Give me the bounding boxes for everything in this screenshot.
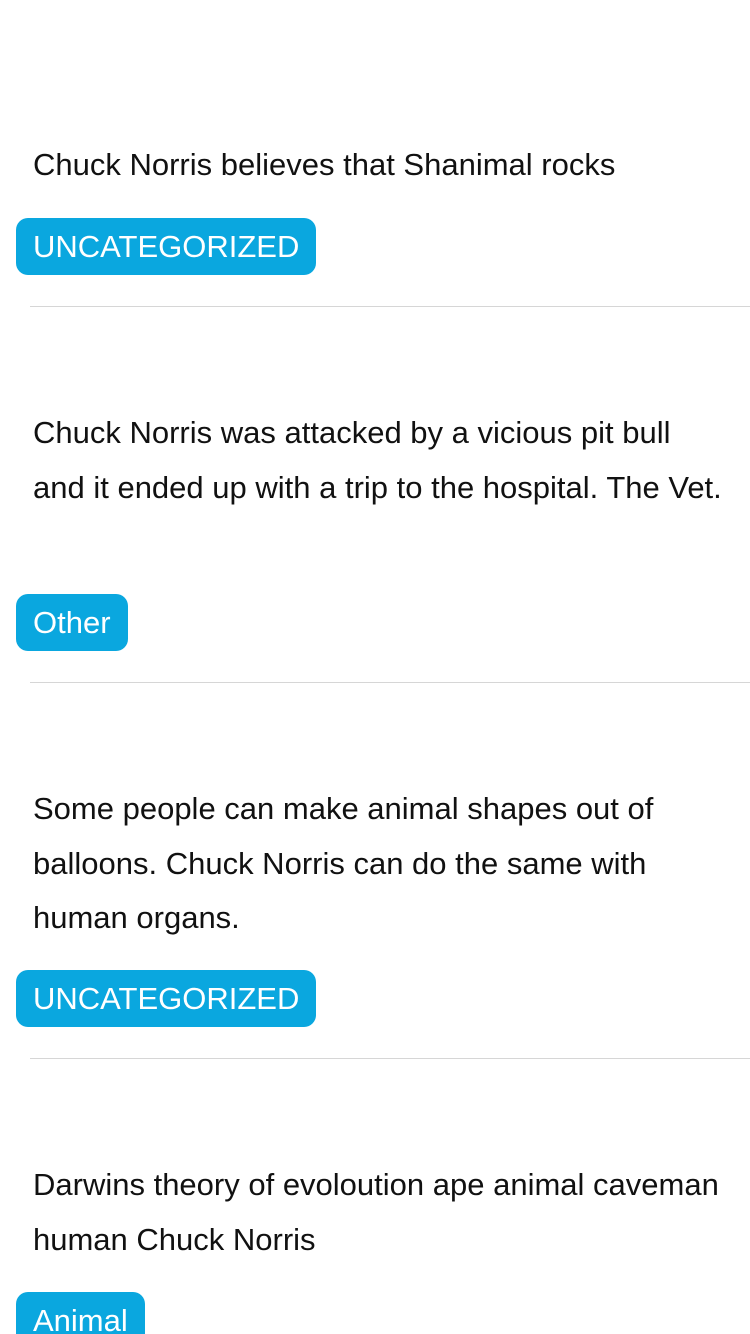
list-item[interactable]: Darwins theory of evoloution ape animal … [0, 0, 750, 1334]
category-badge: Animal [16, 1292, 145, 1334]
facts-screen: Chuck Norris believes that Shanimal rock… [0, 0, 750, 1334]
fact-text: Darwins theory of evoloution ape animal … [33, 1167, 719, 1257]
